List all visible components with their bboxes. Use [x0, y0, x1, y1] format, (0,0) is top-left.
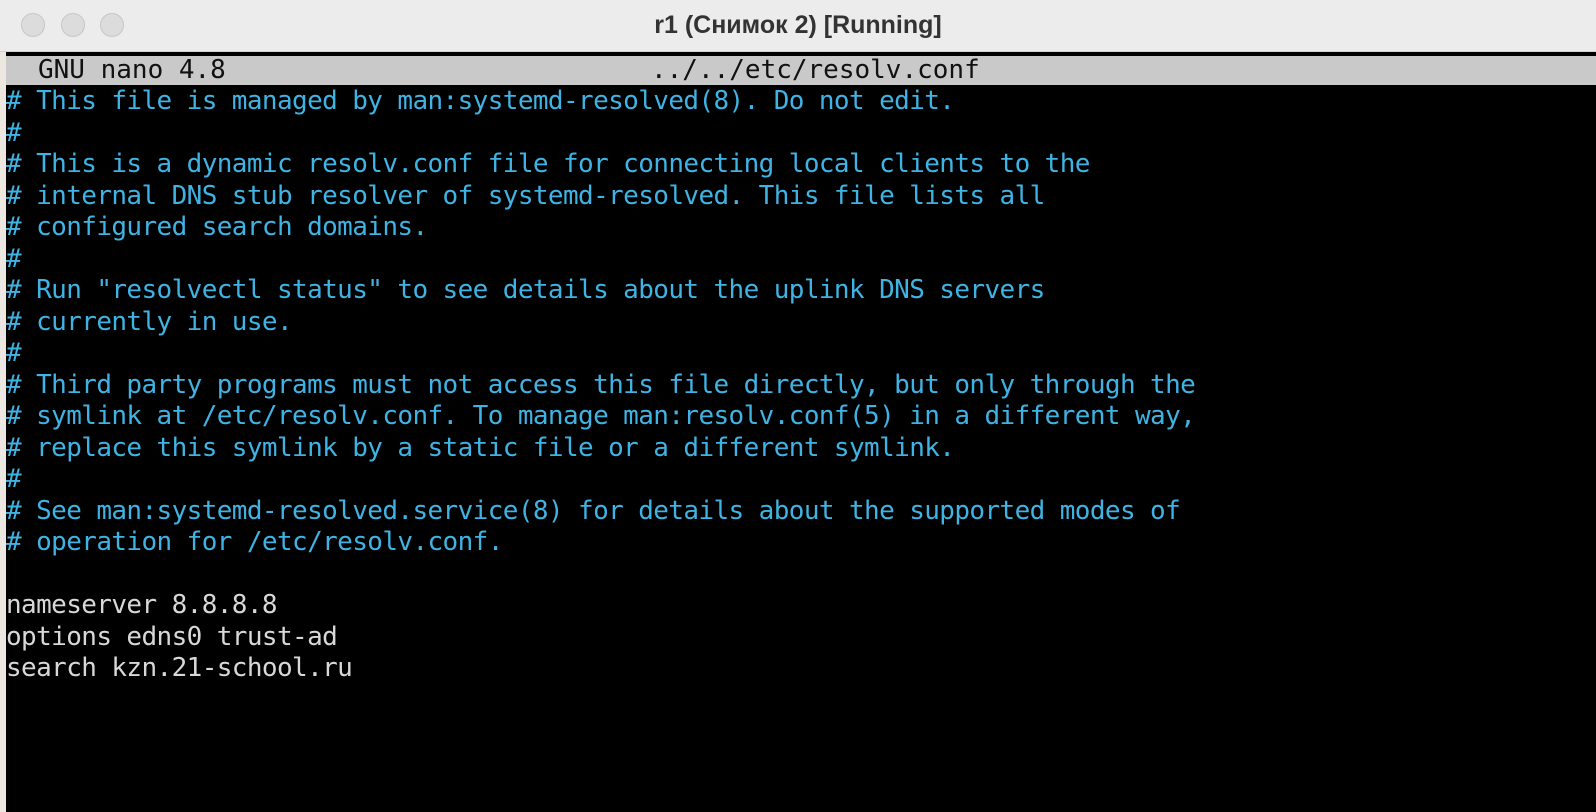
nano-filename: ../../etc/resolv.conf — [651, 56, 980, 85]
editor-text-area[interactable]: # This file is managed by man:systemd-re… — [6, 86, 1596, 812]
file-line-5: # configured search domains. — [6, 212, 428, 242]
file-line-12: # replace this symlink by a static file … — [6, 432, 955, 463]
file-line-3: # This is a dynamic resolv.conf file for… — [6, 149, 1090, 179]
file-line-15: # operation for /etc/resolv.conf. — [6, 527, 503, 557]
file-line-8: # currently in use. — [6, 306, 293, 337]
file-line-17: nameserver 8.8.8.8 — [6, 590, 278, 620]
file-line-10: # Third party programs must not access t… — [6, 369, 1196, 400]
window-title: r1 (Снимок 2) [Running] — [654, 11, 942, 39]
file-line-18: options edns0 trust-ad — [6, 621, 338, 652]
nano-version: GNU nano 4.8 — [38, 56, 226, 85]
file-line-14: # See man:systemd-resolved.service(8) fo… — [6, 495, 1181, 526]
vm-window: r1 (Снимок 2) [Running] GNU nano 4.8 ../… — [0, 0, 1596, 812]
file-line-1: # This file is managed by man:systemd-re… — [6, 86, 955, 116]
file-line-4: # internal DNS stub resolver of systemd-… — [6, 180, 1045, 211]
file-line-6: # — [6, 243, 22, 274]
file-line-2: # — [6, 117, 22, 148]
file-line-9: # — [6, 338, 22, 368]
file-line-19: search kzn.21-school.ru — [6, 653, 353, 683]
file-line-16 — [6, 559, 1596, 591]
nano-title-bar: GNU nano 4.8 ../../etc/resolv.conf — [6, 56, 1596, 85]
file-line-7: # Run "resolvectl status" to see details… — [6, 275, 1045, 305]
file-line-11: # symlink at /etc/resolv.conf. To manage… — [6, 401, 1196, 431]
file-line-13: # — [6, 464, 22, 494]
window-titlebar[interactable]: r1 (Снимок 2) [Running] — [0, 0, 1596, 52]
